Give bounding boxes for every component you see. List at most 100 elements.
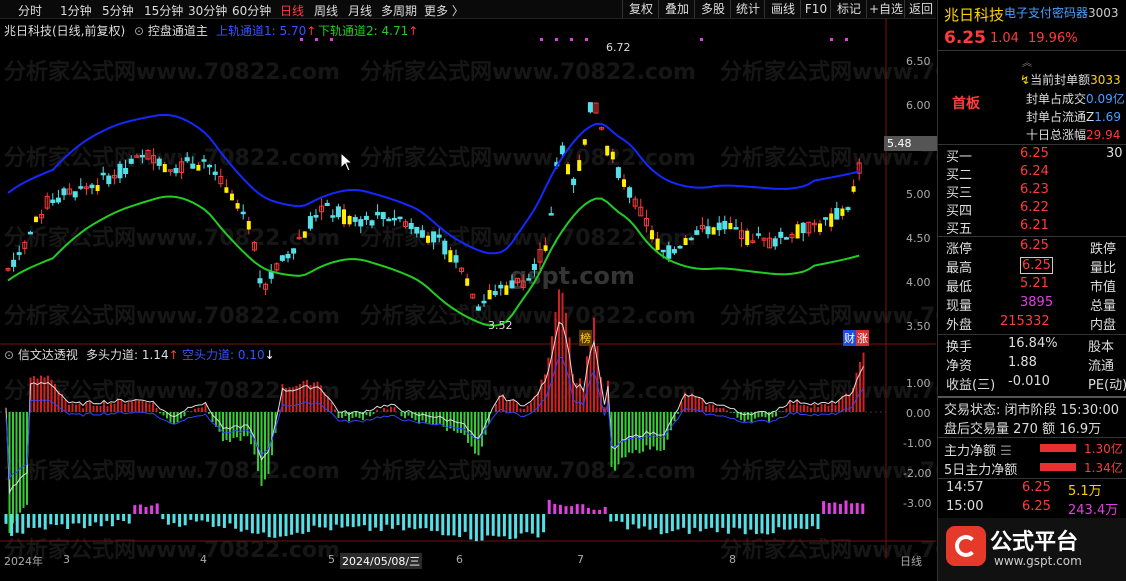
trend-bar — [224, 187, 229, 193]
price-marker: 5.48 — [884, 136, 939, 151]
signal-dot — [700, 38, 703, 41]
net-flow5-bar — [1040, 463, 1076, 471]
fuquan-button[interactable]: 复权 — [622, 0, 659, 18]
candle-body — [526, 278, 532, 281]
fund-label: 收益(三) — [946, 378, 996, 393]
candle-body — [481, 300, 487, 304]
draw-button[interactable]: 画线 — [764, 0, 801, 18]
fund-label: 股本 — [1088, 340, 1115, 355]
fundamental-row: 换手 16.84% 股本 — [938, 336, 1126, 355]
trend-bar — [728, 223, 733, 230]
tag-list-badge[interactable]: 榜 — [579, 330, 592, 346]
tag-zhang-badge[interactable]: 涨 — [856, 330, 869, 346]
trend-bar — [302, 231, 307, 238]
price-change-pct: 19.96% — [1028, 31, 1078, 46]
bid-row[interactable]: 买五 6.21 — [938, 218, 1126, 237]
overlay-button[interactable]: 叠加 — [658, 0, 695, 18]
net-flow5-value: 1.34亿 — [1084, 461, 1123, 475]
trade-state: 交易状态: 闭市阶段 15:30:00 — [944, 403, 1120, 418]
bid-label: 买三 — [946, 186, 973, 201]
trend-bar — [235, 203, 240, 209]
candle-body — [240, 211, 246, 215]
back-button[interactable]: 返回 — [904, 0, 937, 18]
candle-body — [291, 248, 297, 254]
bid-label: 买五 — [946, 222, 973, 237]
seal-value: 3033 — [1090, 73, 1121, 87]
trend-bar — [818, 223, 822, 233]
mouse-cursor-icon — [340, 152, 354, 172]
menu-icon[interactable]: ☰ — [1000, 444, 1012, 459]
y-tick: 5.00 — [906, 188, 931, 201]
bid-row[interactable]: 买一 6.25 30 — [938, 146, 1126, 165]
period-tab-multi[interactable]: 多周期 — [381, 2, 417, 19]
tick-price: 6.25 — [1022, 499, 1051, 514]
period-tab-1min[interactable]: 1分钟 — [60, 2, 92, 19]
candle-body — [307, 216, 313, 229]
period-tab-daily[interactable]: 日线 — [280, 2, 304, 19]
period-tab-30min[interactable]: 30分钟 — [188, 2, 227, 19]
x-axis-period: 日线 — [900, 555, 922, 568]
period-tab-5min[interactable]: 5分钟 — [102, 2, 134, 19]
bid-row[interactable]: 买三 6.23 — [938, 182, 1126, 201]
f10-button[interactable]: F10 — [800, 0, 831, 18]
stats-button[interactable]: 统计 — [730, 0, 765, 18]
arrow-down-icon: ↓ — [264, 348, 275, 362]
seal-row: 封单占流通Z1.69 — [1026, 108, 1121, 125]
trend-bar — [162, 164, 167, 173]
period-tab-fenshi[interactable]: 分时 — [18, 2, 42, 19]
candle-body — [492, 291, 498, 296]
low-label: 3.52 — [488, 319, 513, 332]
stat-label: 外盘 — [946, 318, 973, 333]
add-watchlist-button[interactable]: +自选 — [866, 0, 905, 18]
candle-body — [677, 245, 683, 249]
period-tab-15min[interactable]: 15分钟 — [144, 2, 183, 19]
net-flow-value: 1.30亿 — [1084, 442, 1123, 456]
candle-body — [671, 249, 677, 254]
tick-time: 14:57 — [946, 480, 984, 495]
candle-body — [184, 157, 190, 162]
mark-button[interactable]: 标记 — [830, 0, 867, 18]
x-label: 7 — [577, 553, 584, 566]
trend-bar — [577, 160, 582, 171]
g-logo-icon — [946, 526, 986, 566]
signal-dot — [585, 38, 588, 41]
concept-scroll[interactable]: 电子支付密码器 — [1004, 4, 1094, 21]
seal-row: ↯当前封单额3033 — [1020, 71, 1121, 88]
bid-price: 6.21 — [1020, 218, 1049, 233]
candle-body — [397, 216, 403, 220]
y-tick: 4.00 — [906, 276, 931, 289]
trend-bar — [566, 164, 570, 175]
bull-force-label: 多头力道: 1.14↑ — [86, 346, 179, 363]
candle-body — [268, 271, 274, 279]
collapse-up-icon[interactable]: ︽ — [1022, 54, 1032, 69]
bid-label: 买二 — [946, 168, 973, 183]
kline-chart[interactable] — [0, 19, 936, 559]
trend-bar — [487, 290, 492, 300]
period-tab-weekly[interactable]: 周线 — [314, 2, 338, 19]
candle-body — [212, 171, 218, 175]
tag-cai-badge[interactable]: 财 — [843, 330, 856, 346]
net-flow-text: 主力净额 — [944, 444, 997, 459]
candle-body — [419, 230, 425, 238]
bear-force-label: 空头力道: 0.10↓ — [182, 346, 275, 363]
stat-label: 最高 — [946, 261, 973, 276]
trend-bar — [650, 230, 654, 240]
candle-body — [156, 158, 162, 166]
multi-stock-button[interactable]: 多股 — [694, 0, 731, 18]
candle-body — [61, 188, 67, 196]
bid-row[interactable]: 买四 6.22 — [938, 200, 1126, 219]
period-tab-more[interactable]: 更多 〉 — [424, 2, 464, 19]
candle-body — [201, 159, 207, 162]
collapse-icon[interactable]: ⊙ — [4, 348, 14, 362]
period-tab-monthly[interactable]: 月线 — [348, 2, 372, 19]
period-tab-60min[interactable]: 60分钟 — [232, 2, 271, 19]
net-flow5-label: 5日主力净额 — [944, 463, 1018, 478]
candle-body — [627, 187, 633, 198]
candle-body — [100, 172, 106, 176]
high-label: 6.72 — [606, 41, 631, 54]
trend-bar — [610, 151, 615, 160]
sub-indicator-legend[interactable]: ⊙ 信文达透视 — [4, 346, 78, 363]
bid-row[interactable]: 买二 6.24 — [938, 164, 1126, 183]
board-tag: 首板 — [952, 96, 980, 112]
fundamental-row: 收益(三) -0.010 PE(动) — [938, 374, 1126, 393]
